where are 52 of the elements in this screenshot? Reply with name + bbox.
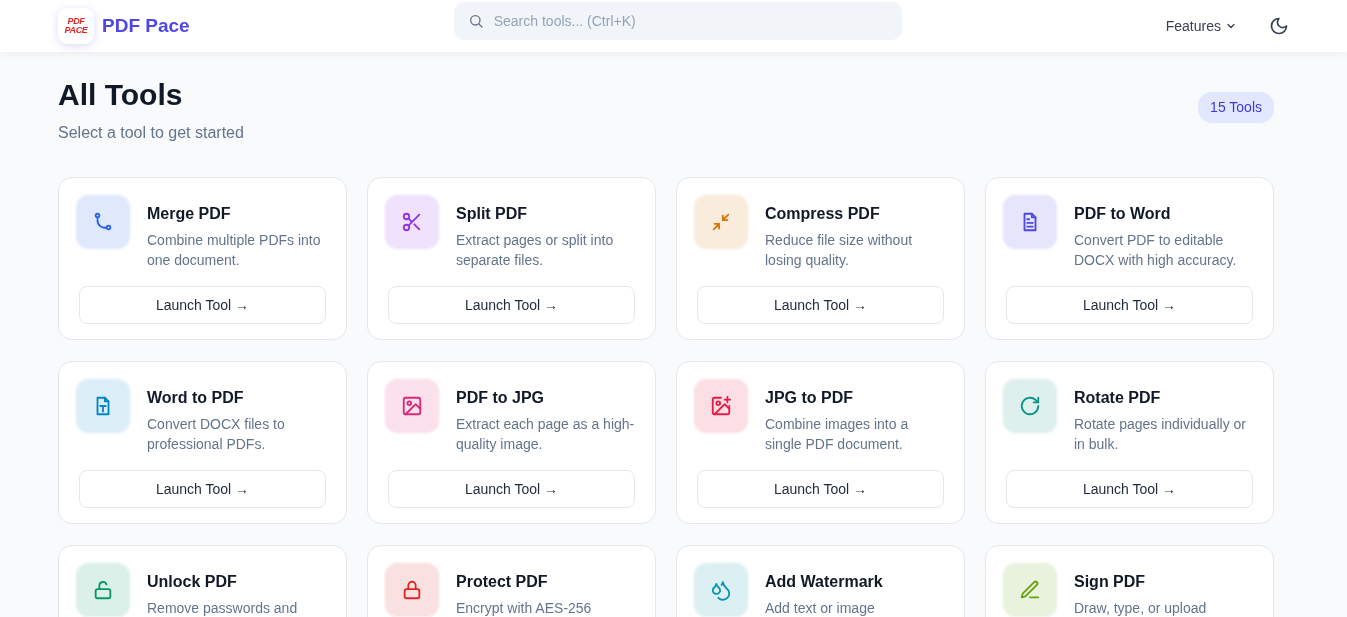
page-subtitle: Select a tool to get started [58, 123, 244, 143]
tool-title: PDF to Word [1074, 204, 1172, 224]
tool-card[interactable]: Merge PDF Combine multiple PDFs into one document. Launch Tool → [58, 177, 347, 340]
tool-card[interactable]: Compress PDF Reduce file size without losing quality. Launch Tool → [676, 177, 965, 340]
tool-description: Convert DOCX files to professional PDFs. [147, 415, 286, 454]
search-field[interactable]: Search tools... (Ctrl+K) [453, 2, 902, 40]
tool-description: Add text or image [765, 599, 876, 617]
tool-title: Split PDF [456, 204, 529, 224]
tool-title: Add Watermark [765, 572, 883, 592]
launch-tool-button[interactable]: Launch Tool → [1006, 286, 1253, 324]
tool-description: Convert PDF to editable DOCX with high accuracy. [1074, 231, 1238, 270]
moon-icon[interactable] [1269, 16, 1289, 36]
launch-tool-button[interactable]: Launch Tool → [388, 470, 635, 508]
tool-card[interactable]: Rotate PDF Rotate pages individually or in bulk. Launch Tool → [985, 361, 1274, 524]
tool-card[interactable]: PDF to Word Convert PDF to editable DOCX with high accuracy. Launch Tool → [985, 177, 1274, 340]
tool-title: Merge PDF [147, 204, 232, 224]
tool-card[interactable]: PDF to JPG Extract each page as a high-quality image. Launch Tool → [367, 361, 656, 524]
tool-count-pill: 15 Tools [1198, 92, 1274, 123]
brand-name[interactable]: PDF Pace [102, 11, 190, 41]
tool-card[interactable]: Protect PDF Encrypt with AES-256 [367, 545, 656, 617]
launch-tool-button[interactable]: Launch Tool → [388, 286, 635, 324]
launch-tool-button[interactable]: Launch Tool → [697, 470, 944, 508]
tool-description: Reduce file size without losing quality. [765, 231, 914, 270]
tool-title: Compress PDF [765, 204, 881, 224]
features-menu[interactable]: Features [1165, 15, 1237, 37]
tool-description: Extract pages or split into separate files. [456, 231, 615, 270]
tool-title: Word to PDF [147, 388, 245, 408]
tool-card[interactable]: Split PDF Extract pages or split into separate files. Launch Tool → [367, 177, 656, 340]
tool-card[interactable]: Sign PDF Draw, type, or upload [985, 545, 1274, 617]
page-title: All Tools [58, 78, 184, 111]
tool-title: Rotate PDF [1074, 388, 1162, 408]
launch-tool-button[interactable]: Launch Tool → [697, 286, 944, 324]
logo[interactable]: PDF PACE [58, 8, 94, 44]
tool-title: Protect PDF [456, 572, 549, 592]
tool-description: Combine images into a single PDF document. [765, 415, 910, 454]
tool-card[interactable]: Add Watermark Add text or image [676, 545, 965, 617]
launch-tool-button[interactable]: Launch Tool → [79, 470, 326, 508]
tool-description: Extract each page as a high-quality image. [456, 415, 635, 454]
tool-title: Sign PDF [1074, 572, 1147, 592]
tool-description: Draw, type, or upload [1074, 599, 1207, 617]
launch-tool-button[interactable]: Launch Tool → [1006, 470, 1253, 508]
tool-title: PDF to JPG [456, 388, 545, 408]
tool-title: JPG to PDF [765, 388, 854, 408]
tool-description: Encrypt with AES-256 [456, 599, 592, 617]
tool-card[interactable]: Unlock PDF Remove passwords and [58, 545, 347, 617]
tool-card[interactable]: Word to PDF Convert DOCX files to professional PDFs. Launch Tool → [58, 361, 347, 524]
tool-description: Rotate pages individually or in bulk. [1074, 415, 1247, 454]
tool-description: Remove passwords and [147, 599, 298, 617]
tool-description: Combine multiple PDFs into one document. [147, 231, 322, 270]
tool-card[interactable]: JPG to PDF Combine images into a single PDF document. Launch Tool → [676, 361, 965, 524]
tool-title: Unlock PDF [147, 572, 238, 592]
launch-tool-button[interactable]: Launch Tool → [79, 286, 326, 324]
